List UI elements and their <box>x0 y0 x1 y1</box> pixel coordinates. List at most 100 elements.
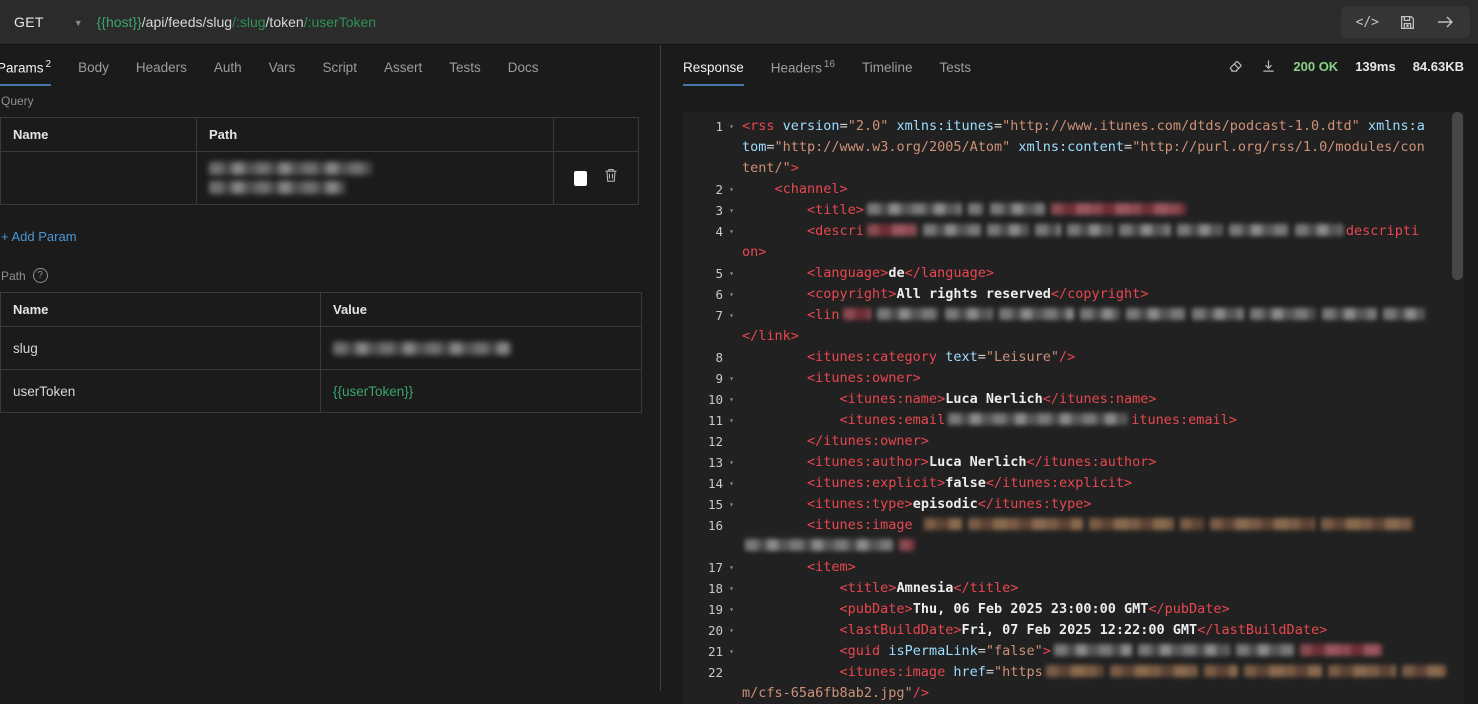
tab-script[interactable]: Script <box>322 60 357 86</box>
code-text: <pubDate>Thu, 06 Feb 2025 23:00:00 GMT</… <box>742 599 1230 620</box>
fold-arrow-icon[interactable]: ▾ <box>723 179 740 200</box>
line-number: 8 <box>683 347 723 368</box>
url-segment: /:userToken <box>304 14 376 30</box>
fold-arrow-icon[interactable]: ▾ <box>723 116 740 137</box>
path-name-cell[interactable]: slug <box>1 327 321 370</box>
redacted-code <box>1328 665 1396 677</box>
response-scrollbar[interactable] <box>1452 112 1463 280</box>
code-line: </link> <box>683 326 1464 347</box>
download-response-icon[interactable] <box>1261 58 1276 74</box>
row-enabled-checkbox[interactable] <box>574 171 587 186</box>
code-line: 18▾ <title>Amnesia</title> <box>683 578 1464 599</box>
fold-arrow-icon[interactable]: ▾ <box>723 221 740 242</box>
code-text: <rss version="2.0" xmlns:itunes="http://… <box>742 116 1425 137</box>
chevron-down-icon[interactable]: ▼ <box>74 18 83 28</box>
url-input[interactable]: {{host}}/api/feeds/slug/:slug/token/:use… <box>97 14 376 30</box>
tab-label: Assert <box>384 60 422 75</box>
fold-arrow-icon[interactable]: ▾ <box>723 494 740 515</box>
fold-arrow-icon[interactable]: ▾ <box>723 410 740 431</box>
redacted-code <box>1229 224 1289 236</box>
code-line: 14▾ <itunes:explicit>false</itunes:expli… <box>683 473 1464 494</box>
tab-body[interactable]: Body <box>78 60 109 86</box>
code-token: Amnesia <box>896 580 953 596</box>
code-token: </itunes:type> <box>978 496 1092 512</box>
tab-label: Auth <box>214 60 242 75</box>
query-path-cell[interactable] <box>197 152 554 205</box>
tab-headers[interactable]: Headers <box>136 60 187 86</box>
response-panel: ResponseHeaders16TimelineTests 200 OK 13… <box>661 45 1478 691</box>
path-value-cell[interactable]: {{userToken}} <box>321 370 642 413</box>
code-token: <itunes:image <box>742 517 921 533</box>
fold-arrow-icon[interactable]: ▾ <box>723 263 740 284</box>
line-number-gutter: 19▾ <box>683 599 742 620</box>
clear-response-icon[interactable] <box>1228 58 1244 74</box>
code-text: <title>Amnesia</title> <box>742 578 1018 599</box>
code-text: <channel> <box>742 179 848 200</box>
tab-params[interactable]: Params2 <box>0 59 51 87</box>
code-token: </link> <box>742 328 799 344</box>
tab-label: Timeline <box>862 60 913 75</box>
code-token: Thu, 06 Feb 2025 23:00:00 GMT <box>913 601 1149 617</box>
code-text: <language>de</language> <box>742 263 994 284</box>
redacted-code <box>1080 308 1120 320</box>
save-icon[interactable] <box>1399 14 1416 31</box>
tab-tests[interactable]: Tests <box>449 60 481 86</box>
status-badge: 200 OK <box>1293 59 1338 74</box>
tab-vars[interactable]: Vars <box>269 60 296 86</box>
code-text: </itunes:owner> <box>742 431 929 452</box>
fold-arrow-icon[interactable]: ▾ <box>723 452 740 473</box>
query-col-path: Path <box>197 118 554 152</box>
code-snippet-icon[interactable]: </> <box>1356 15 1379 30</box>
add-param-button[interactable]: + Add Param <box>1 229 77 244</box>
fold-arrow-icon[interactable]: ▾ <box>723 620 740 641</box>
code-text: <itunes:type>episodic</itunes:type> <box>742 494 1092 515</box>
code-token: > <box>1043 643 1051 659</box>
path-value-cell[interactable] <box>321 327 642 370</box>
code-token: </itunes:owner> <box>742 433 929 449</box>
tab-auth[interactable]: Auth <box>214 60 242 86</box>
code-token: "https <box>994 664 1043 680</box>
fold-arrow-icon[interactable]: ▾ <box>723 641 740 662</box>
trash-icon[interactable] <box>603 167 619 189</box>
code-token: <title> <box>742 202 864 218</box>
path-name-cell[interactable]: userToken <box>1 370 321 413</box>
response-tab-timeline[interactable]: Timeline <box>862 60 913 86</box>
fold-arrow-icon[interactable]: ▾ <box>723 473 740 494</box>
tab-docs[interactable]: Docs <box>508 60 539 86</box>
code-token: <itunes:category <box>742 349 937 365</box>
line-number: 5 <box>683 263 723 284</box>
fold-arrow-icon[interactable]: ▾ <box>723 200 740 221</box>
line-number-gutter: 3▾ <box>683 200 742 221</box>
fold-arrow-icon[interactable]: ▾ <box>723 557 740 578</box>
line-number-gutter: 8 <box>683 347 742 368</box>
line-number: 22 <box>683 662 723 683</box>
help-icon[interactable]: ? <box>33 268 48 283</box>
tab-assert[interactable]: Assert <box>384 60 422 86</box>
line-number: 7 <box>683 305 723 326</box>
response-tab-headers[interactable]: Headers16 <box>771 59 835 87</box>
fold-arrow-icon[interactable]: ▾ <box>723 599 740 620</box>
response-tab-tests[interactable]: Tests <box>939 60 971 86</box>
fold-arrow-icon[interactable]: ▾ <box>723 284 740 305</box>
method-select[interactable]: GET <box>14 14 44 30</box>
code-token: xmlns:a <box>1368 118 1425 134</box>
send-icon[interactable] <box>1436 14 1455 30</box>
url-segment: /:slug <box>232 14 265 30</box>
code-text: <descridescripti <box>742 221 1419 242</box>
query-name-cell[interactable] <box>1 152 197 205</box>
line-number: 4 <box>683 221 723 242</box>
fold-arrow-icon[interactable]: ▾ <box>723 389 740 410</box>
code-token: /> <box>1059 349 1075 365</box>
response-tab-response[interactable]: Response <box>683 60 744 86</box>
redacted-code <box>1295 224 1343 236</box>
code-token: m/cfs-65a6fb8ab2.jpg" <box>742 685 913 701</box>
code-token: All rights reserved <box>896 286 1050 302</box>
tab-label: Headers <box>136 60 187 75</box>
code-line: 9▾ <itunes:owner> <box>683 368 1464 389</box>
fold-arrow-icon[interactable]: ▾ <box>723 305 740 326</box>
code-token: "http://www.itunes.com/dtds/podcast-1.0.… <box>1002 118 1360 134</box>
fold-arrow-icon[interactable]: ▾ <box>723 368 740 389</box>
code-token: > <box>791 160 799 176</box>
fold-arrow-icon[interactable]: ▾ <box>723 578 740 599</box>
code-line: 11▾ <itunes:emailitunes:email> <box>683 410 1464 431</box>
